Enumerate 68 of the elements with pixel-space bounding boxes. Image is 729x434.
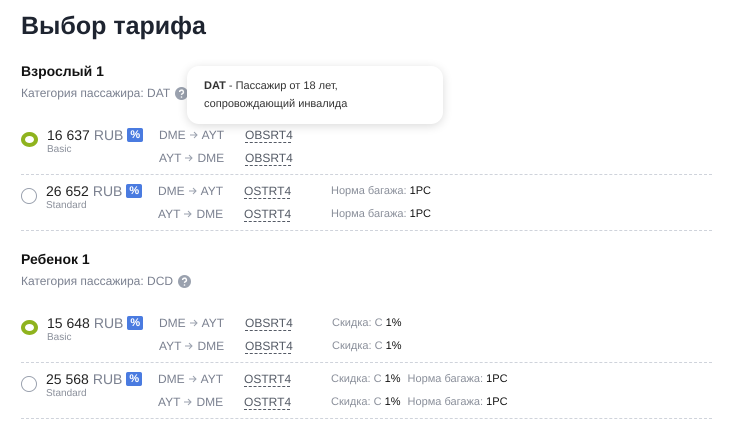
- fare-code-link[interactable]: OBSRT4: [245, 128, 291, 142]
- arrow-icon: [188, 187, 197, 195]
- airport-code: AYT: [158, 395, 180, 409]
- airport-code: AYT: [159, 339, 182, 353]
- airport-code: DME: [197, 339, 224, 353]
- fare-price: 16 637: [47, 127, 90, 143]
- arrow-icon: [184, 210, 192, 218]
- passenger-category: Категория пассажира: DAT: [21, 86, 170, 100]
- fare-code-link[interactable]: OBSRT4: [245, 150, 291, 166]
- passenger-name: Ребенок 1: [21, 251, 91, 267]
- arrow-icon: [184, 398, 192, 406]
- arrow-icon: [185, 342, 194, 350]
- airport-code: DME: [159, 316, 186, 330]
- fare-price: 26 652: [46, 183, 89, 199]
- fare-code-link[interactable]: OBSRT4: [245, 338, 291, 354]
- fare-radio[interactable]: [21, 188, 37, 204]
- page-title: Выбор тарифа: [21, 12, 207, 41]
- discount-badge: %: [127, 316, 144, 330]
- fare-code-link[interactable]: OSTRT4: [244, 184, 290, 198]
- passenger-category: Категория пассажира: DCD: [21, 274, 174, 288]
- segment-detail: Скидка: С 1%: [331, 396, 401, 408]
- passenger-name: Взрослый 1: [21, 63, 105, 79]
- fare-class: Standard: [46, 388, 88, 399]
- currency: RUB: [92, 183, 122, 199]
- segment-detail: Норма багажа: 1PC: [331, 185, 431, 197]
- fare-price: 15 648: [47, 315, 90, 331]
- fare-class: Basic: [47, 332, 72, 343]
- help-icon[interactable]: [175, 86, 188, 100]
- currency: RUB: [94, 127, 124, 143]
- currency: RUB: [94, 315, 124, 331]
- airport-code: AYT: [158, 207, 180, 221]
- segment-detail: Скидка: С 1%: [332, 317, 402, 329]
- segment-detail: Норма багажа: 1PC: [331, 208, 431, 220]
- arrow-icon: [190, 131, 198, 139]
- currency: RUB: [92, 371, 122, 387]
- arrow-icon: [188, 375, 197, 383]
- fare-code-link[interactable]: OBSRT4: [245, 316, 291, 330]
- arrow-icon: [190, 319, 198, 327]
- segment-detail: Норма багажа: 1PC: [408, 373, 508, 385]
- airport-code: DME: [158, 372, 185, 386]
- segment-detail: Скидка: С 1%: [331, 373, 401, 385]
- airport-code: AYT: [159, 151, 182, 165]
- airport-code: AYT: [200, 184, 224, 198]
- fare-radio[interactable]: [21, 320, 38, 335]
- airport-code: DME: [159, 128, 186, 142]
- fare-radio[interactable]: [21, 376, 37, 392]
- fare-price: 25 568: [46, 371, 89, 387]
- segment-detail: Скидка: С 1%: [332, 340, 402, 352]
- discount-badge: %: [126, 184, 142, 198]
- airport-code: DME: [158, 184, 185, 198]
- airport-code: AYT: [202, 128, 224, 142]
- fare-class: Basic: [47, 144, 72, 155]
- airport-code: DME: [196, 395, 224, 409]
- help-icon[interactable]: [178, 274, 192, 288]
- tooltip: DAT - Пассажир от 18 лет, сопровождающий инвалида: [187, 66, 443, 124]
- discount-badge: %: [126, 372, 142, 386]
- segment-detail: Норма багажа: 1PC: [408, 396, 508, 408]
- fare-code-link[interactable]: OSTRT4: [244, 206, 290, 222]
- airport-code: AYT: [202, 316, 224, 330]
- airport-code: DME: [197, 151, 224, 165]
- fare-radio[interactable]: [21, 132, 38, 147]
- airport-code: DME: [196, 207, 224, 221]
- discount-badge: %: [127, 128, 144, 142]
- airport-code: AYT: [200, 372, 224, 386]
- fare-code-link[interactable]: OSTRT4: [244, 372, 290, 386]
- fare-class: Standard: [46, 200, 88, 211]
- arrow-icon: [185, 154, 194, 162]
- fare-code-link[interactable]: OSTRT4: [244, 394, 290, 410]
